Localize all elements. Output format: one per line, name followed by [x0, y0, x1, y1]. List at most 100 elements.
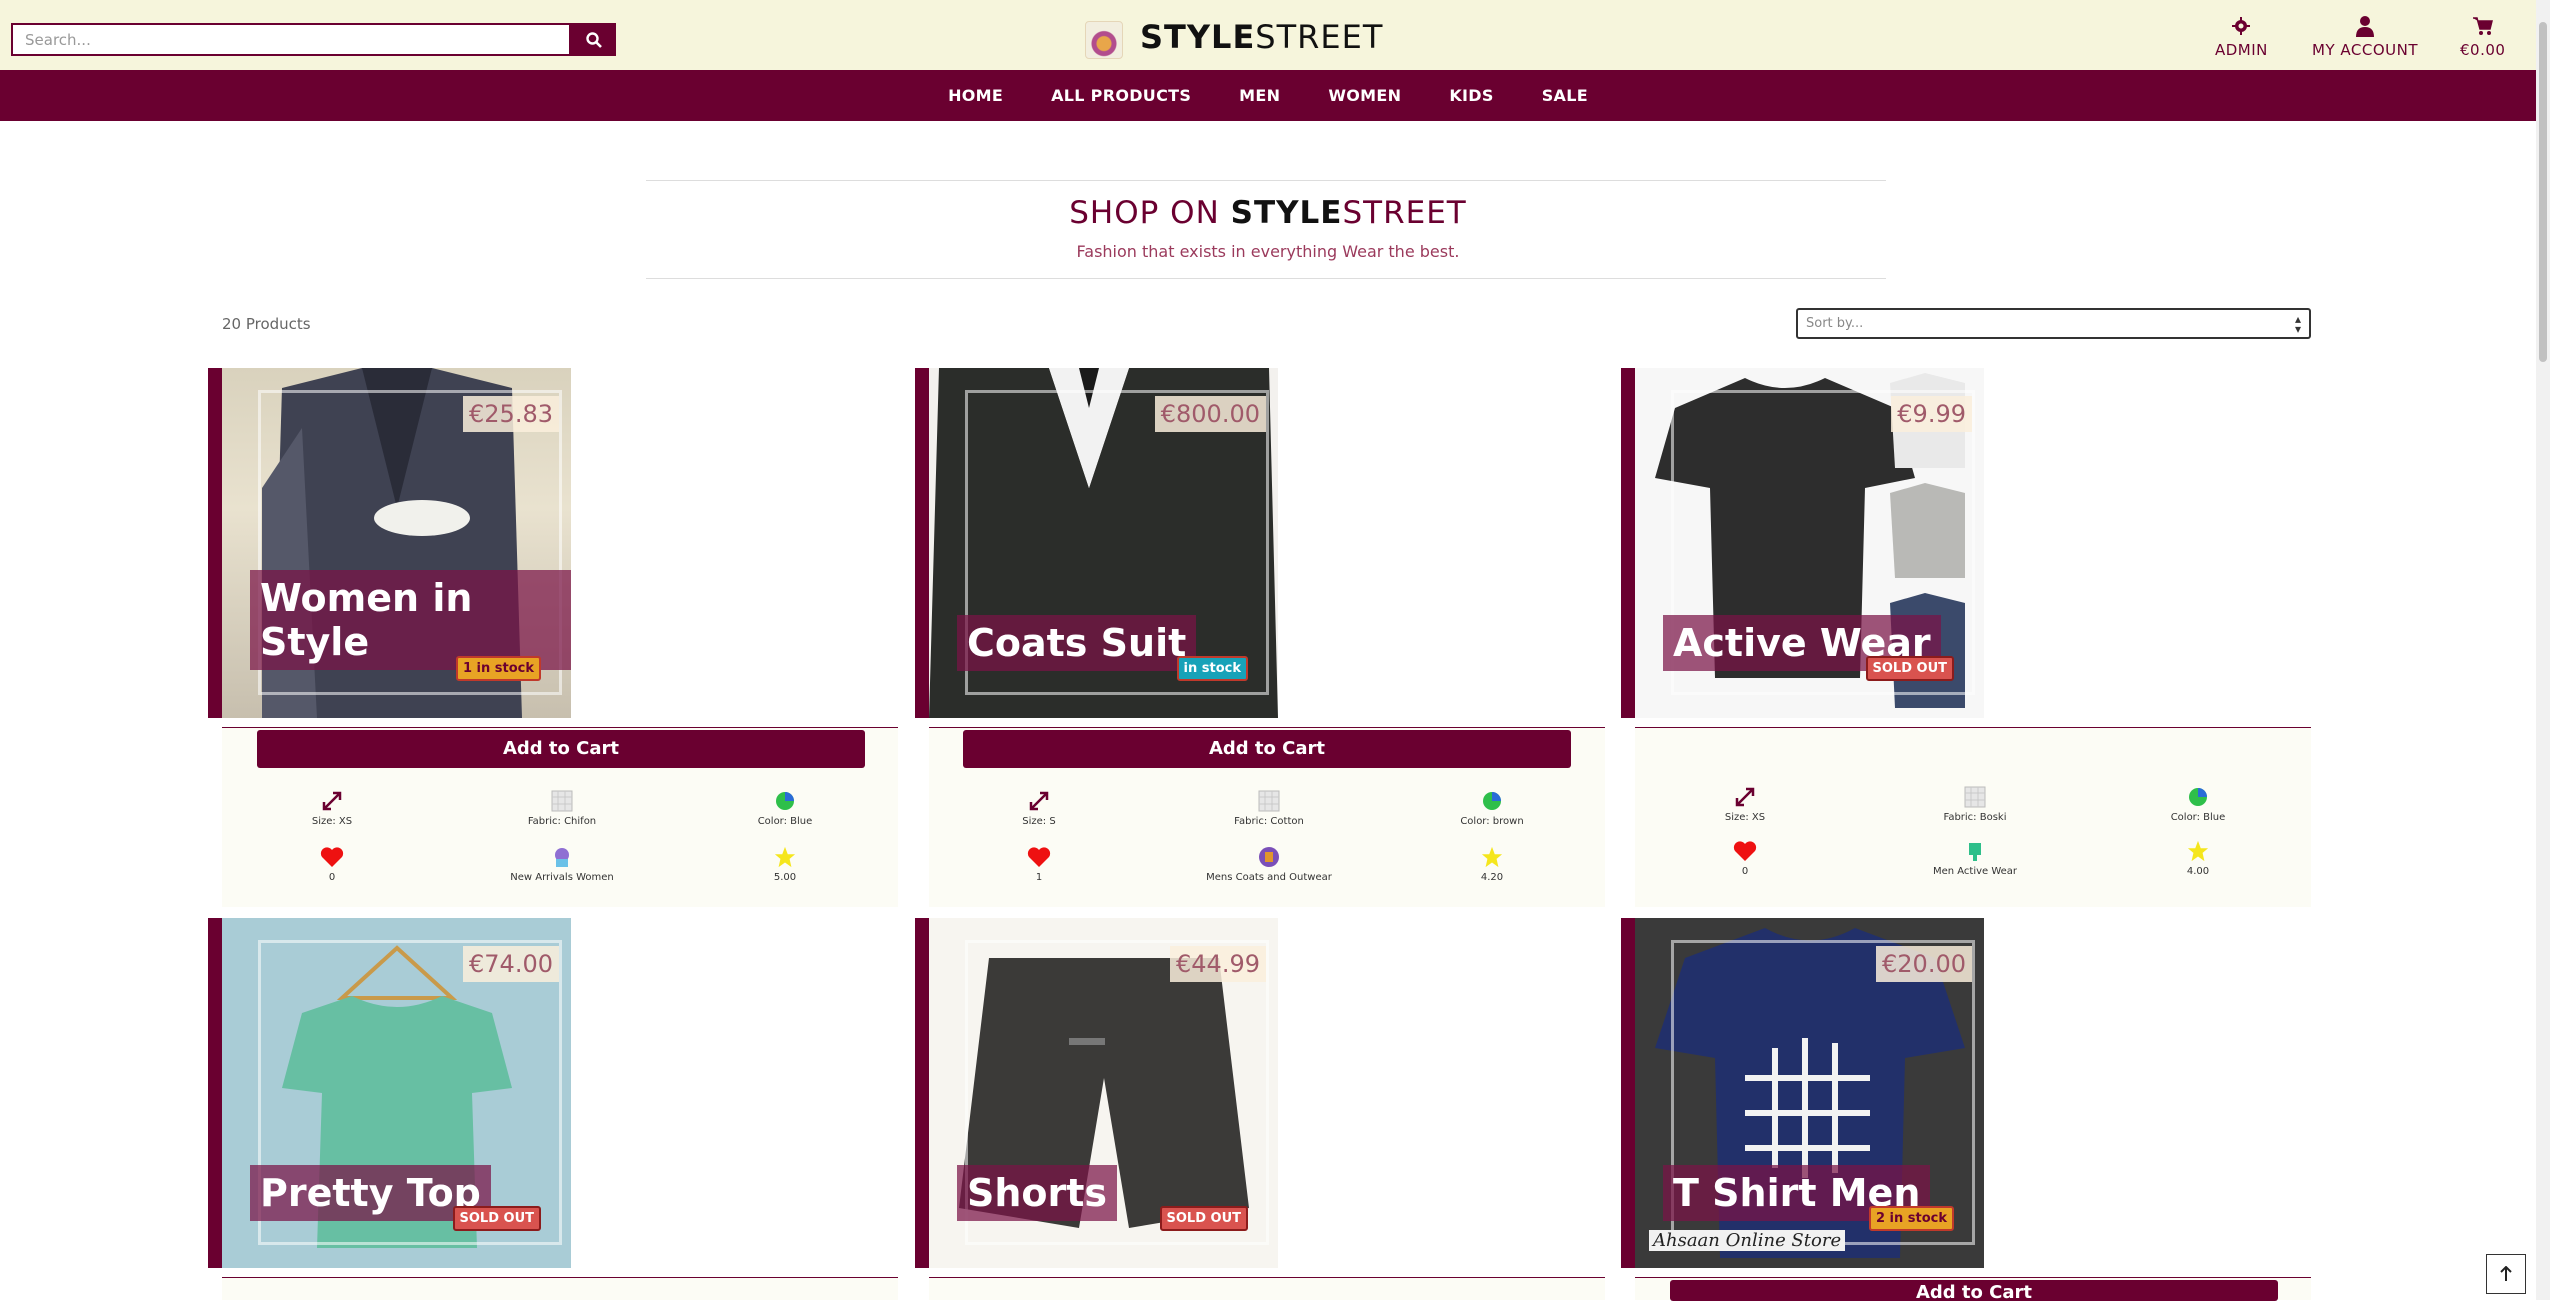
search-icon	[585, 31, 602, 48]
likes-attr[interactable]: 0	[262, 846, 402, 883]
resize-icon	[322, 791, 342, 811]
product-card[interactable]: €20.00 T Shirt Men 2 in stock Ahsaan Onl…	[1621, 918, 1984, 1268]
sort-select[interactable]: Sort by... ▴ ▾	[1796, 308, 2311, 339]
nav-sale[interactable]: SALE	[1518, 86, 1612, 105]
add-to-cart-button[interactable]: Add to Cart	[257, 730, 865, 768]
product-price: €9.99	[1891, 396, 1972, 432]
product-name[interactable]: Women in Style	[250, 570, 571, 670]
product-price: €74.00	[463, 946, 559, 982]
divider	[646, 180, 1886, 181]
color-attr: Color: brown	[1422, 790, 1562, 827]
add-to-cart-button[interactable]: Add to Cart	[1670, 1280, 2278, 1303]
page-tagline: Fashion that exists in everything Wear t…	[1076, 242, 1460, 261]
resize-icon	[1735, 787, 1755, 807]
category-attr[interactable]: New Arrivals Women	[492, 846, 632, 883]
fabric-icon	[551, 790, 573, 812]
main-nav: HOME ALL PRODUCTS MEN WOMEN KIDS SALE	[0, 70, 2536, 121]
star-icon	[1481, 846, 1503, 868]
color-swatch-icon	[1483, 792, 1501, 810]
cart-link[interactable]: €0.00	[2460, 15, 2505, 59]
scrollbar-thumb[interactable]	[2539, 22, 2547, 362]
scrollbar[interactable]	[2536, 0, 2550, 1300]
brand-logo[interactable]: STYLESTREET	[1140, 18, 1383, 56]
product-image[interactable]: €44.99 Shorts SOLD OUT	[929, 918, 1278, 1268]
product-image[interactable]: €800.00 Coats Suit in stock	[929, 368, 1278, 718]
size-attr: Size: S	[969, 790, 1109, 827]
search-input[interactable]	[11, 23, 571, 56]
product-image[interactable]: €20.00 T Shirt Men 2 in stock Ahsaan Onl…	[1635, 918, 1984, 1268]
category-active-icon	[1969, 843, 1981, 861]
card-accent	[1621, 368, 1635, 718]
card-accent	[1621, 918, 1635, 1268]
category-attr[interactable]: Mens Coats and Outwear	[1199, 846, 1339, 883]
product-info: Add to Cart	[1635, 1277, 2311, 1303]
category-coat-icon	[1259, 847, 1279, 867]
stock-badge: 1 in stock	[455, 656, 541, 681]
star-icon	[2187, 840, 2209, 862]
product-price: €44.99	[1170, 946, 1266, 982]
product-image[interactable]: €25.83 Women in Style 1 in stock	[222, 368, 571, 718]
size-attr: Size: XS	[1675, 786, 1815, 823]
logo-icon[interactable]	[1085, 21, 1123, 59]
card-accent	[915, 918, 929, 1268]
product-card[interactable]: €9.99 Active Wear SOLD OUT	[1621, 368, 1984, 718]
back-to-top-button[interactable]	[2486, 1254, 2526, 1294]
product-card[interactable]: €44.99 Shorts SOLD OUT	[915, 918, 1278, 1268]
chevron-updown-icon: ▴ ▾	[2294, 312, 2301, 336]
product-card[interactable]: €25.83 Women in Style 1 in stock	[208, 368, 571, 718]
product-price: €800.00	[1154, 396, 1266, 432]
product-image[interactable]: €74.00 Pretty Top SOLD OUT	[222, 918, 571, 1268]
add-to-cart-button[interactable]: Add to Cart	[963, 730, 1571, 768]
product-count: 20 Products	[222, 315, 311, 333]
color-attr: Color: Blue	[715, 790, 855, 827]
product-info	[929, 1277, 1605, 1300]
nav-home[interactable]: HOME	[924, 86, 1027, 105]
product-name[interactable]: Shorts	[957, 1165, 1118, 1221]
my-account-link[interactable]: MY ACCOUNT	[2312, 15, 2418, 59]
rating-attr: 5.00	[715, 846, 855, 883]
watermark-label: Ahsaan Online Store	[1649, 1230, 1846, 1251]
product-card[interactable]: €800.00 Coats Suit in stock	[915, 368, 1278, 718]
rating-attr: 4.20	[1422, 846, 1562, 883]
cart-icon	[2472, 17, 2493, 35]
product-info: Add to Cart Size: XS Fabric: Chifon Colo…	[222, 727, 898, 907]
card-accent	[915, 368, 929, 718]
product-info: Add to Cart Size: S Fabric: Cotton Color…	[929, 727, 1605, 907]
star-icon	[774, 846, 796, 868]
stock-badge: SOLD OUT	[1159, 1206, 1248, 1231]
fabric-attr: Fabric: Chifon	[492, 790, 632, 827]
fabric-icon	[1258, 790, 1280, 812]
product-info	[222, 1277, 898, 1300]
card-accent	[208, 918, 222, 1268]
heart-icon	[1027, 847, 1051, 867]
product-name[interactable]: Coats Suit	[957, 615, 1197, 671]
nav-all-products[interactable]: ALL PRODUCTS	[1027, 86, 1215, 105]
product-price: €25.83	[463, 396, 559, 432]
stock-badge: 2 in stock	[1868, 1206, 1954, 1231]
nav-men[interactable]: MEN	[1215, 86, 1304, 105]
color-swatch-icon	[2189, 788, 2207, 806]
divider	[646, 278, 1886, 279]
nav-women[interactable]: WOMEN	[1304, 86, 1425, 105]
fabric-attr: Fabric: Boski	[1905, 786, 2045, 823]
heart-icon	[1733, 841, 1757, 861]
product-image[interactable]: €9.99 Active Wear SOLD OUT	[1635, 368, 1984, 718]
nav-kids[interactable]: KIDS	[1425, 86, 1517, 105]
product-price: €20.00	[1876, 946, 1972, 982]
likes-attr[interactable]: 0	[1675, 840, 1815, 877]
fabric-icon	[1964, 786, 1986, 808]
fabric-attr: Fabric: Cotton	[1199, 790, 1339, 827]
category-attr[interactable]: Men Active Wear	[1905, 840, 2045, 877]
user-icon	[2356, 16, 2374, 37]
rating-attr: 4.00	[2128, 840, 2268, 877]
color-swatch-icon	[776, 792, 794, 810]
search-button[interactable]	[571, 23, 616, 56]
arrow-up-icon	[2500, 1266, 2512, 1281]
admin-link[interactable]: ADMIN	[2215, 15, 2268, 59]
size-attr: Size: XS	[262, 790, 402, 827]
stock-badge: SOLD OUT	[1865, 656, 1954, 681]
stock-badge: in stock	[1176, 656, 1248, 681]
stock-badge: SOLD OUT	[452, 1206, 541, 1231]
likes-attr[interactable]: 1	[969, 846, 1109, 883]
product-card[interactable]: €74.00 Pretty Top SOLD OUT	[208, 918, 571, 1268]
